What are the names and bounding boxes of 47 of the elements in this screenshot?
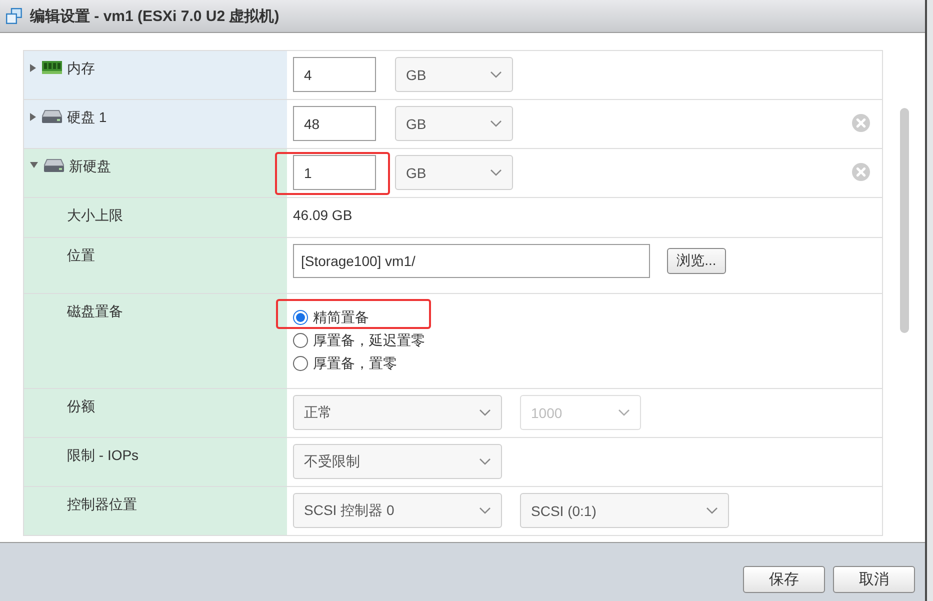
- dialog-button[interactable]: 保存: [743, 566, 825, 593]
- unit-dropdown[interactable]: GB: [395, 155, 513, 190]
- chevron-down-icon: [490, 71, 502, 78]
- caret-icon[interactable]: [30, 64, 36, 72]
- memory-module-icon: [42, 61, 62, 74]
- dropdown[interactable]: SCSI 控制器 0: [293, 493, 502, 528]
- scrollbar-thumb[interactable]: [900, 108, 909, 333]
- radio-label[interactable]: 精简置备: [313, 308, 369, 326]
- radio-label[interactable]: 厚置备，置零: [313, 354, 397, 372]
- dialog-button[interactable]: 取消: [833, 566, 915, 593]
- setting-label: 控制器位置: [67, 495, 137, 513]
- caret-icon[interactable]: [30, 162, 38, 168]
- hard-drive-icon: [44, 159, 64, 172]
- setting-label: 位置: [67, 246, 95, 264]
- unit-dropdown[interactable]: GB: [395, 57, 513, 92]
- dropdown[interactable]: SCSI (0:1): [520, 493, 729, 528]
- chevron-down-icon: [706, 507, 718, 514]
- dropdown[interactable]: 正常: [293, 395, 502, 430]
- dropdown[interactable]: 不受限制: [293, 444, 502, 479]
- hard-drive-icon: [42, 110, 62, 123]
- setting-label: 大小上限: [67, 206, 123, 224]
- size-field[interactable]: 1: [293, 155, 376, 190]
- unit-dropdown[interactable]: GB: [395, 106, 513, 141]
- chevron-down-icon: [479, 409, 491, 416]
- virtual-machine-icon: [6, 8, 22, 24]
- location-field[interactable]: [Storage100] vm1/: [293, 244, 650, 278]
- setting-label: 磁盘置备: [67, 302, 123, 320]
- chevron-down-icon: [618, 409, 630, 416]
- browse-button[interactable]: 浏览...: [667, 248, 726, 274]
- radio-button[interactable]: [293, 310, 308, 325]
- radio-label[interactable]: 厚置备，延迟置零: [313, 332, 425, 350]
- radio-button[interactable]: [293, 333, 308, 348]
- device-label: 硬盘 1: [67, 108, 107, 126]
- setting-value: 46.09 GB: [293, 206, 352, 224]
- chevron-down-icon: [490, 169, 502, 176]
- dialog-title: 编辑设置 - vm1 (ESXi 7.0 U2 虚拟机): [30, 6, 280, 26]
- chevron-down-icon: [479, 458, 491, 465]
- size-field[interactable]: 4: [293, 57, 376, 92]
- radio-button[interactable]: [293, 356, 308, 371]
- caret-icon[interactable]: [30, 113, 36, 121]
- size-field[interactable]: 48: [293, 106, 376, 141]
- device-label: 新硬盘: [69, 157, 111, 175]
- setting-label: 份额: [67, 397, 95, 415]
- chevron-down-icon: [490, 120, 502, 127]
- setting-label: 限制 - IOPs: [67, 446, 139, 464]
- device-label: 内存: [67, 59, 95, 77]
- chevron-down-icon: [479, 507, 491, 514]
